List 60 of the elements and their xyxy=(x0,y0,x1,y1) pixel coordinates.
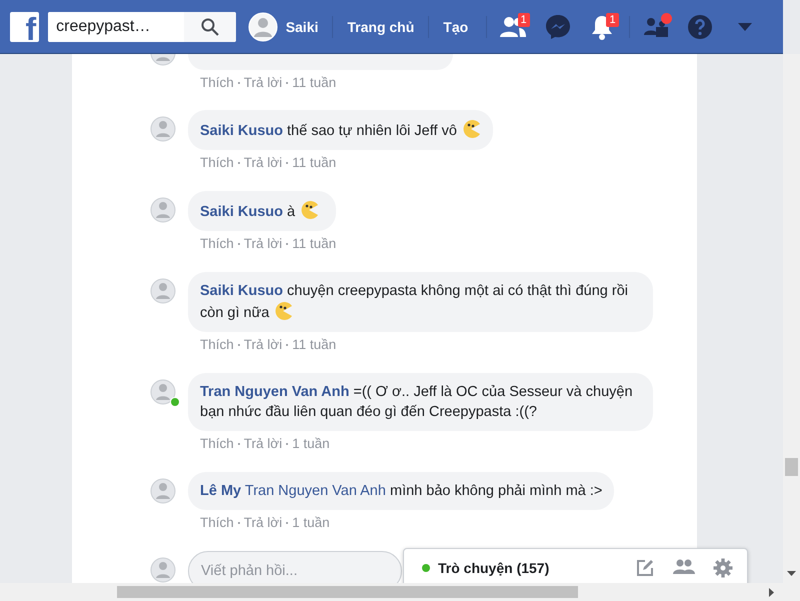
avatar xyxy=(150,116,176,142)
like-link[interactable]: Thích xyxy=(200,515,234,531)
comment-time: 11 tuần xyxy=(292,155,336,171)
scrollbar-thumb[interactable] xyxy=(117,586,578,598)
help-icon xyxy=(687,14,714,40)
avatar xyxy=(150,197,176,223)
like-link[interactable]: Thích xyxy=(200,75,234,91)
comment-time: 1 tuần xyxy=(292,436,330,452)
comment-text: Saiki Kusuo à xyxy=(200,204,296,220)
avatar xyxy=(248,12,278,42)
bell-icon xyxy=(590,14,614,40)
search-icon xyxy=(200,18,219,36)
notification-badge: 1 xyxy=(606,12,619,26)
scroll-down-icon[interactable] xyxy=(787,571,796,576)
caret-icon xyxy=(738,22,752,30)
comment-text: Saiki Kusuo thế sao tự nhiên lôi Jeff vô xyxy=(200,123,457,139)
messenger-icon xyxy=(544,14,571,40)
comment-author[interactable]: Saiki Kusuo xyxy=(200,204,283,220)
chat-label: Trò chuyện (157) xyxy=(438,560,550,576)
reply-link[interactable]: Trả lời xyxy=(244,337,282,353)
notification-badge: 1 xyxy=(518,12,530,26)
friends-button[interactable]: 1 xyxy=(491,8,536,44)
edit-icon[interactable] xyxy=(635,558,655,578)
search-button[interactable] xyxy=(184,12,236,42)
avatar xyxy=(150,379,176,405)
comment-text: Saiki Kusuo chuyện creepypasta không một ai có thật thì đúng rồi còn gì nữa xyxy=(200,283,628,321)
like-link[interactable]: Thích xyxy=(200,436,234,452)
reply-link[interactable]: Trả lời xyxy=(244,515,282,531)
nav-link[interactable]: Tạo xyxy=(428,16,482,38)
reply-link[interactable]: Trả lời xyxy=(244,155,282,171)
like-link[interactable]: Thích xyxy=(200,337,234,353)
comment-author[interactable]: Lê My xyxy=(200,483,242,499)
scrollbar-thumb[interactable] xyxy=(785,458,798,476)
reply-field[interactable]: Viết phản hồi... xyxy=(188,551,402,583)
settings-icon[interactable] xyxy=(713,558,733,578)
comment-author[interactable]: Tran Nguyen Van Anh xyxy=(200,384,350,400)
nav-link[interactable]: Trang chủ xyxy=(332,16,428,38)
comment-time: 11 tuần xyxy=(292,337,336,353)
logo[interactable]: f xyxy=(10,12,40,42)
chat-bar[interactable]: Trò chuyện (157) xyxy=(403,548,748,583)
reply-link[interactable]: Trả lời xyxy=(244,75,282,91)
like-link[interactable]: Thích xyxy=(200,155,234,171)
like-link[interactable]: Thích xyxy=(200,236,234,252)
scroll-right-icon[interactable] xyxy=(769,588,774,597)
comment-time: 1 tuần xyxy=(292,515,330,531)
avatar xyxy=(150,478,176,504)
mention-link[interactable]: Tran Nguyen Van Anh xyxy=(244,483,386,499)
comment-time: 11 tuần xyxy=(292,236,336,252)
comment-time: 11 tuần xyxy=(292,75,336,91)
reply-link[interactable]: Trả lời xyxy=(244,236,282,252)
avatar xyxy=(150,278,176,304)
avatar xyxy=(150,557,176,583)
comment-author[interactable]: Saiki Kusuo xyxy=(200,123,283,139)
bell-button[interactable]: 1 xyxy=(580,8,625,44)
profile-link[interactable]: Saiki xyxy=(248,12,332,42)
comment-text: Tran Nguyen Van Anh =(( Ơ ơ.. Jeff là OC của Sesseur và chuyện bạn nhức đầu liên quan đéo gì đến Creepypasta :((? xyxy=(200,384,633,420)
reply-link[interactable]: Trả lời xyxy=(244,436,282,452)
comment-author[interactable]: Saiki Kusuo xyxy=(200,283,283,299)
comment-text: Lê My Tran Nguyen Van Anh mình bảo không phải mình mà :> xyxy=(200,483,602,499)
search-field[interactable]: creepypast… xyxy=(48,12,236,42)
